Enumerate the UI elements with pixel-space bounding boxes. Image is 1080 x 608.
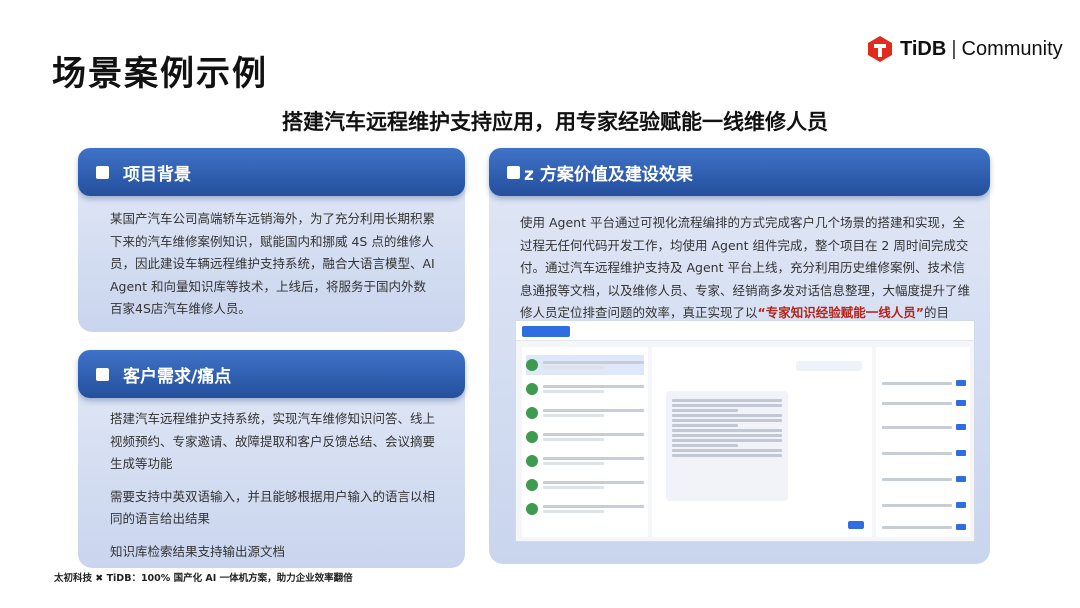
logo-community: Community [961,37,1063,60]
background-panel-header: 项目背景 [78,148,465,196]
avatar [526,479,538,491]
chat-bubble-robot [666,391,788,501]
needs-panel-text: 搭建汽车远程维护支持系统，实现汽车维修知识问答、线上视频预约、专家邀请、故障提取… [110,408,440,573]
doc-row [882,421,966,433]
avatar [526,407,538,419]
background-panel-title: 项目背景 [123,164,191,185]
avatar [526,383,538,395]
avatar [526,359,538,371]
screenshot-conversation-list [522,347,648,537]
needs-panel-title: 客户需求/痛点 [123,366,232,387]
slide-footer: 太初科技 ✖ TiDB：100% 国产化 AI 一体机方案，助力企业效率翻倍 [54,573,353,584]
screenshot-toolbar [516,321,974,341]
slide-subtitle: 搭建汽车远程维护支持应用，用专家经验赋能一线维修人员 [282,110,828,134]
chat-bubble-user [796,361,862,371]
needs-paragraph: 知识库检索结果支持输出源文档 [110,543,286,559]
value-text-highlight: “专家知识经验赋能一线人员” [757,305,924,320]
list-item [526,379,644,399]
doc-row [882,473,966,485]
doc-row [882,499,966,511]
checkbox-icon [507,165,520,179]
screenshot-new-button [522,326,570,337]
screenshot-chat-panel [652,347,872,537]
list-item [526,427,644,447]
tidb-logo-icon [868,36,892,62]
slide-title: 场景案例示例 [52,54,268,94]
send-button [848,521,864,529]
checkbox-icon [96,367,109,381]
avatar [526,455,538,467]
needs-paragraph: 需要支持中英双语输入，并且能够根据用户输入的语言以相同的语言给出结果 [110,488,436,527]
app-screenshot [515,320,975,542]
avatar [526,431,538,443]
list-item [526,451,644,471]
doc-row [882,377,966,389]
list-item [526,499,644,519]
needs-panel-header: 客户需求/痛点 [78,350,465,398]
list-item [526,355,644,375]
value-panel-title: z 方案价值及建设效果 [524,164,693,185]
list-item [526,475,644,495]
logo-brand: TiDB [900,37,947,60]
value-panel-header: z 方案价值及建设效果 [489,148,990,196]
list-item [526,403,644,423]
tidb-community-logo: TiDB | Community [866,34,1063,64]
background-panel-text: 某国产汽车公司高端轿车远销海外，为了充分利用长期积累下来的汽车维修案例知识，赋能… [110,211,436,316]
logo-separator: | [951,37,957,60]
doc-row [882,521,966,533]
avatar [526,503,538,515]
checkbox-icon [96,165,109,179]
screenshot-docs-panel [876,347,970,537]
doc-row [882,447,966,459]
doc-row [882,397,966,409]
needs-paragraph: 搭建汽车远程维护支持系统，实现汽车维修知识问答、线上视频预约、专家邀请、故障提取… [110,411,436,471]
